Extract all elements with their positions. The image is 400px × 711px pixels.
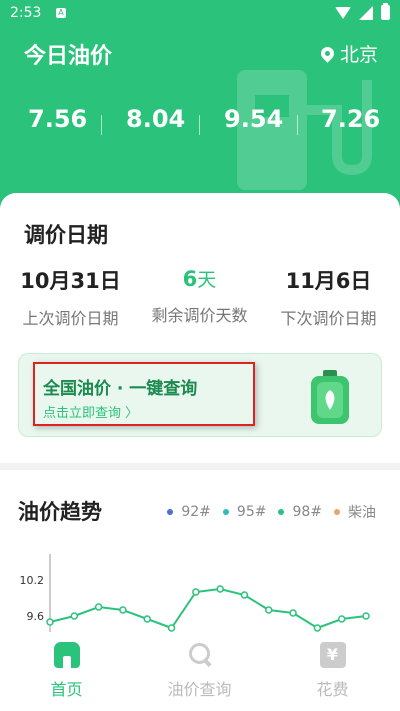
data-point[interactable] — [70, 612, 79, 620]
data-point[interactable] — [265, 606, 273, 614]
remaining-days-number: 6 — [182, 267, 198, 291]
remaining-days: 6天 剩余调价天数 — [133, 265, 266, 326]
next-adjust-label: 下次调价日期 — [280, 309, 377, 328]
y-tick-label: 10.2 — [20, 574, 45, 587]
data-point[interactable] — [46, 618, 54, 626]
nav-home[interactable]: 首页 — [0, 642, 133, 700]
data-point[interactable] — [240, 591, 249, 599]
remaining-days-unit: 天 — [197, 269, 217, 291]
legend-dot — [167, 509, 174, 515]
data-point[interactable] — [192, 588, 200, 596]
battery-icon — [381, 3, 390, 20]
query-subtitle[interactable]: 点击立即查询 〉 — [43, 402, 138, 421]
yen-icon: ¥ — [319, 642, 346, 668]
adjust-title: 调价日期 — [24, 223, 108, 247]
status-time: 2:53 — [10, 5, 42, 21]
last-adjust: 10月31日 上次调价日期 — [4, 265, 137, 329]
price-trend-chart: 10.2 9.6 — [20, 554, 370, 640]
location-label: 北京 — [339, 44, 378, 66]
bottom-nav: 首页 油价查询 ¥ 花费 — [0, 632, 400, 711]
y-tick-label: 9.6 — [27, 610, 45, 623]
last-adjust-date: 10月31日 — [20, 269, 121, 293]
legend-item-98[interactable]: 98# — [278, 504, 322, 520]
data-point[interactable] — [337, 615, 346, 623]
search-icon — [187, 642, 213, 668]
nav-price-query-label: 油价查询 — [167, 680, 232, 699]
status-icons — [335, 3, 390, 20]
legend-dot — [222, 509, 229, 515]
location-pin-icon — [318, 44, 337, 63]
notification-icon: A — [56, 8, 66, 18]
remaining-days-label: 剩余调价天数 — [151, 306, 248, 325]
home-icon — [53, 642, 80, 668]
legend-dot — [278, 509, 285, 515]
next-adjust: 11月6日 下次调价日期 — [262, 265, 395, 329]
price-divider — [101, 115, 102, 135]
chart-legend: 92# 95# 98# 柴油 — [167, 502, 376, 522]
data-point[interactable] — [94, 603, 103, 611]
legend-label: 92# — [181, 504, 211, 520]
data-point[interactable] — [313, 624, 322, 632]
data-point[interactable] — [119, 606, 127, 614]
price-1: 7.56 — [28, 105, 88, 133]
legend-label: 95# — [236, 504, 267, 520]
data-point[interactable] — [289, 609, 297, 617]
national-price-query-banner[interactable]: 全国油价 · 一键查询 点击立即查询 〉 — [18, 353, 382, 437]
price-2: 8.04 — [126, 105, 186, 133]
legend-label: 98# — [292, 504, 322, 520]
data-point[interactable] — [167, 624, 176, 632]
page-title: 今日油价 — [24, 44, 113, 69]
nav-expense[interactable]: ¥ 花费 — [266, 642, 399, 700]
price-4: 7.26 — [321, 105, 381, 133]
legend-item-95[interactable]: 95# — [222, 504, 267, 520]
wifi-icon — [335, 6, 351, 19]
signal-icon — [359, 5, 373, 20]
next-adjust-date: 11月6日 — [285, 269, 372, 293]
data-point[interactable] — [216, 585, 224, 593]
price-divider — [297, 115, 298, 135]
legend-item-92[interactable]: 92# — [167, 504, 211, 520]
nav-price-query[interactable]: 油价查询 — [133, 642, 266, 700]
trend-title: 油价趋势 — [18, 500, 102, 524]
query-highlight-box[interactable]: 全国油价 · 一键查询 点击立即查询 〉 — [33, 362, 255, 426]
legend-dot — [334, 509, 340, 515]
remaining-days-value: 6天 — [133, 265, 266, 292]
data-point[interactable] — [362, 612, 370, 620]
legend-item-diesel[interactable]: 柴油 — [334, 502, 376, 522]
oil-can-icon — [311, 370, 349, 424]
price-trend-section: 油价趋势 92# 95# 98# 柴油 10.2 9.6 — [0, 470, 400, 640]
price-row: 7.56 8.04 9.54 7.26 — [0, 105, 400, 141]
legend-label: 柴油 — [348, 505, 376, 521]
last-adjust-label: 上次调价日期 — [22, 309, 119, 328]
nav-expense-label: 花费 — [316, 680, 349, 699]
data-point[interactable] — [143, 615, 151, 623]
location-selector[interactable]: 北京 — [318, 40, 378, 67]
nav-home-label: 首页 — [50, 680, 83, 699]
status-bar: 2:53 A — [0, 0, 400, 28]
price-3: 9.54 — [224, 105, 284, 133]
adjust-card: 调价日期 10月31日 上次调价日期 6天 剩余调价天数 11月6日 下次调价日… — [0, 193, 400, 463]
price-divider — [199, 115, 200, 135]
query-title: 全国油价 · 一键查询 — [43, 379, 198, 399]
